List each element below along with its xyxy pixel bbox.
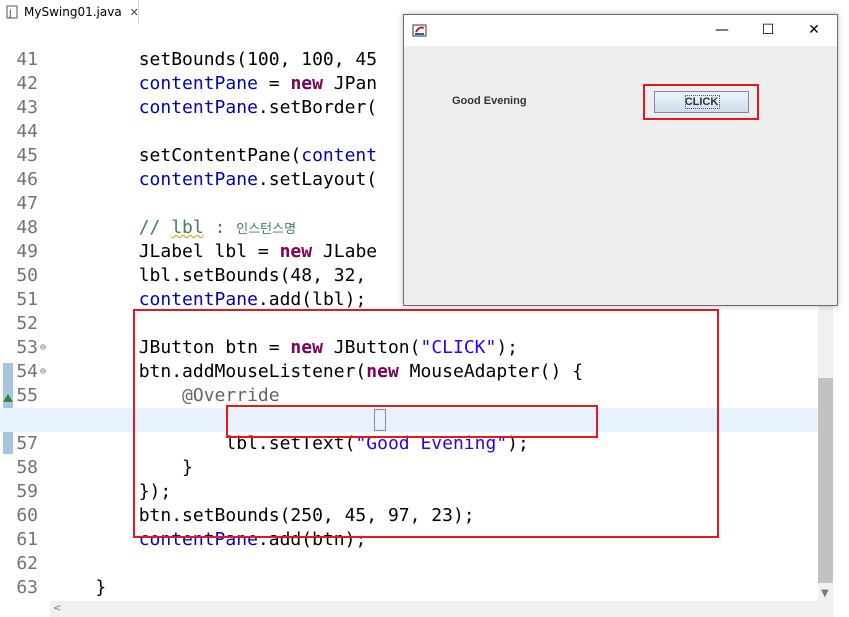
minimize-button[interactable]: —	[699, 15, 745, 45]
code-line: 63 }	[16, 577, 107, 598]
scroll-down-arrow-icon[interactable]: ▼	[821, 588, 829, 599]
tab-title: MySwing01.java	[24, 5, 122, 19]
swing-app-window[interactable]: — ☐ ✕ Good Evening CLICK	[403, 14, 838, 306]
java-file-icon: J	[6, 5, 18, 19]
editor-tab-myswing01[interactable]: J MySwing01.java ✕	[0, 0, 139, 24]
code-line: 64}	[0, 576, 818, 600]
window-titlebar[interactable]: — ☐ ✕	[404, 15, 837, 46]
minimize-icon: —	[715, 22, 729, 38]
close-tab-icon[interactable]: ✕	[130, 6, 139, 19]
greeting-label: Good Evening	[452, 95, 527, 107]
scroll-left-arrow-icon[interactable]: <	[53, 603, 61, 614]
close-window-button[interactable]: ✕	[791, 15, 837, 45]
close-icon: ✕	[808, 22, 820, 38]
svg-text:J: J	[8, 9, 12, 19]
fold-collapse-icon[interactable]: ⊖	[40, 360, 46, 384]
vertical-scroll-thumb[interactable]	[818, 378, 833, 583]
java-app-icon	[412, 22, 428, 38]
horizontal-scrollbar[interactable]: <	[50, 601, 833, 617]
maximize-button[interactable]: ☐	[745, 15, 791, 45]
highlight-box-click-button	[643, 84, 759, 120]
highlight-box-settext	[226, 405, 598, 438]
maximize-icon: ☐	[761, 22, 775, 38]
fold-collapse-icon[interactable]: ⊖	[40, 336, 46, 360]
